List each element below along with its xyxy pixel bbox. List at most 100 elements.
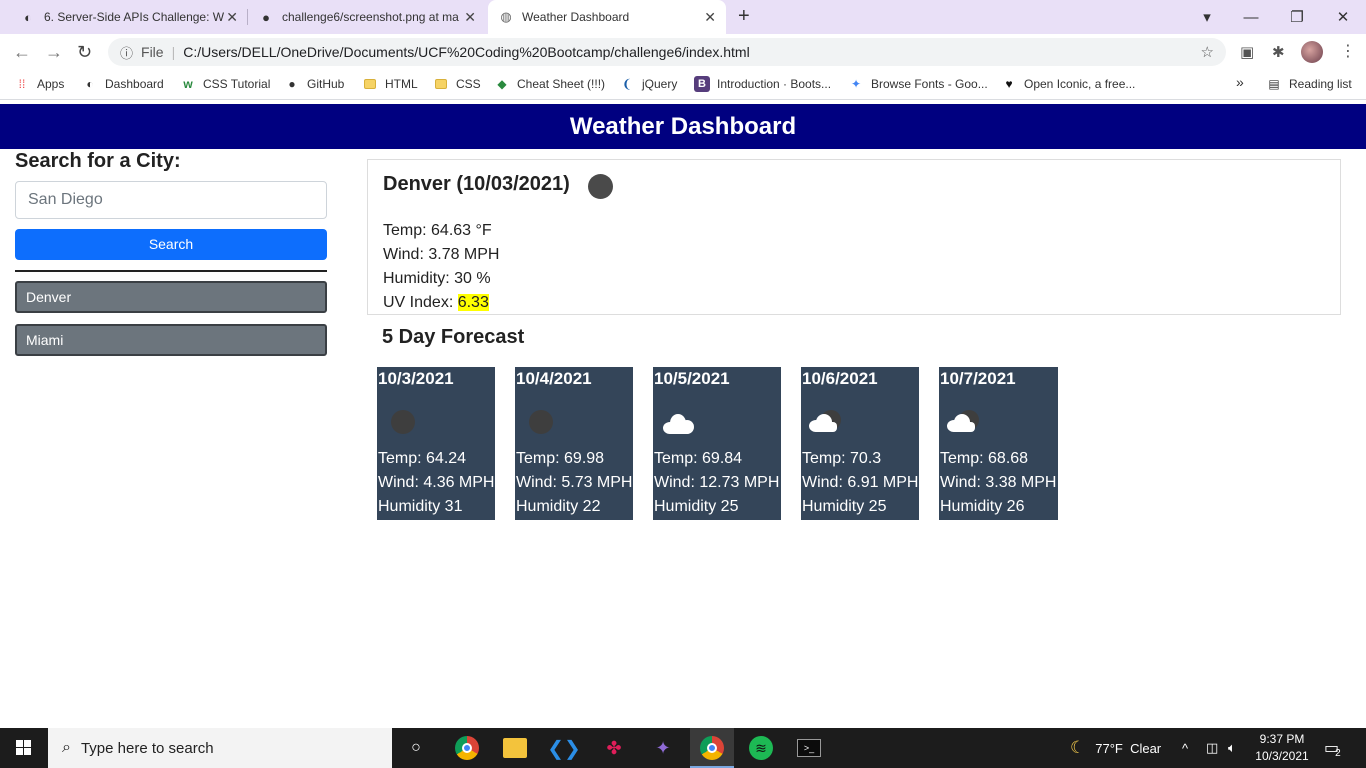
- forecast-date: 10/4/2021: [516, 369, 592, 388]
- reload-icon[interactable]: ↻: [77, 42, 92, 63]
- bookmark-star-icon[interactable]: ☆: [1201, 43, 1214, 61]
- search-button[interactable]: Search: [15, 229, 327, 260]
- new-tab-icon[interactable]: +: [738, 5, 750, 28]
- info-icon[interactable]: ⓘ: [120, 43, 133, 62]
- bookmark-label: jQuery: [642, 77, 678, 91]
- forecast-humidity: Humidity 25: [802, 498, 887, 515]
- github-icon: ●: [262, 9, 270, 25]
- volume-icon[interactable]: 🔈︎: [1228, 728, 1236, 768]
- bookmark-jquery[interactable]: ❨ jQuery: [619, 76, 677, 92]
- browser-tab[interactable]: ◐ 6. Server-Side APIs Challenge: We ✕: [10, 0, 248, 34]
- bookmark-dashboard[interactable]: ◐ Dashboard: [82, 76, 164, 92]
- forecast-title: 5 Day Forecast: [382, 326, 525, 348]
- chrome-icon[interactable]: [455, 736, 479, 760]
- taskbar-clock[interactable]: 9:37 PM 10/3/2021: [1254, 731, 1310, 765]
- forward-icon[interactable]: →: [45, 42, 63, 63]
- url-text[interactable]: C:/Users/DELL/OneDrive/Documents/UCF%20C…: [183, 44, 750, 60]
- partly-cloudy-night-icon: [809, 410, 841, 432]
- cuda-icon: ◐: [24, 9, 32, 25]
- bookmark-label: Dashboard: [105, 77, 164, 91]
- forecast-humidity: Humidity 31: [378, 498, 463, 515]
- reading-list[interactable]: ▤ Reading list: [1266, 76, 1351, 92]
- forecast-temp: Temp: 69.84: [654, 450, 743, 467]
- bookmark-label: GitHub: [307, 77, 345, 91]
- browser-tab-active[interactable]: ◍ Weather Dashboard ✕: [488, 0, 726, 34]
- tab-title: Weather Dashboard: [522, 10, 630, 24]
- forecast-date: 10/7/2021: [940, 369, 1016, 388]
- terminal-icon[interactable]: >_: [797, 739, 821, 757]
- menu-icon[interactable]: ⋮: [1340, 41, 1356, 61]
- bookmark-github[interactable]: ● GitHub: [284, 76, 344, 92]
- bookmark-cheat-sheet[interactable]: ◆ Cheat Sheet (!!!): [494, 76, 605, 92]
- history-button-denver[interactable]: Denver: [15, 281, 327, 313]
- forecast-card: 10/5/2021 Temp: 69.84 Wind: 12.73 MPH Hu…: [653, 367, 781, 520]
- forecast-date: 10/3/2021: [378, 369, 454, 388]
- gitkraken-icon[interactable]: ✦: [651, 736, 675, 760]
- current-humidity: Humidity: 30 %: [383, 270, 491, 287]
- weather-text: 77°F Clear: [1095, 740, 1162, 756]
- weather-widget[interactable]: ☾ 77°F Clear: [1070, 728, 1161, 768]
- spotify-icon[interactable]: ≋: [749, 736, 773, 760]
- bookmark-css[interactable]: CSS: [433, 76, 481, 92]
- close-tab-icon[interactable]: ✕: [464, 9, 476, 26]
- notification-count: 2: [1335, 747, 1341, 759]
- forecast-temp: Temp: 70.3: [802, 450, 882, 467]
- tab-search-icon[interactable]: ▾: [1184, 0, 1230, 34]
- search-icon: ⌕: [62, 739, 71, 756]
- bookmark-html[interactable]: HTML: [362, 76, 418, 92]
- taskbar-search-placeholder: Type here to search: [80, 739, 214, 757]
- window-close-icon[interactable]: ✕: [1320, 0, 1366, 34]
- globe-icon: ◍: [500, 9, 512, 24]
- google-fonts-icon: ✦: [850, 77, 862, 91]
- task-view-icon[interactable]: ○: [404, 736, 428, 760]
- forecast-date: 10/5/2021: [654, 369, 730, 388]
- close-tab-icon[interactable]: ✕: [704, 9, 716, 26]
- address-bar[interactable]: ⓘ File | C:/Users/DELL/OneDrive/Document…: [108, 38, 1226, 66]
- forecast-temp: Temp: 69.98: [516, 450, 605, 467]
- taskbar-search-box[interactable]: ⌕ Type here to search: [48, 728, 392, 768]
- slack-icon[interactable]: ✤: [602, 736, 626, 760]
- bookmark-label: Introduction · Boots...: [717, 77, 832, 91]
- uv-index-badge: 6.33: [457, 294, 489, 311]
- more-bookmarks-icon[interactable]: »: [1236, 74, 1244, 90]
- bookmark-apps[interactable]: ⁞⁞ Apps: [14, 76, 65, 92]
- tray-chevron-icon[interactable]: ^: [1182, 728, 1188, 768]
- windows-start-icon[interactable]: [16, 740, 32, 756]
- browser-toolbar: ← → ↻ ⓘ File | C:/Users/DELL/OneDrive/Do…: [0, 34, 1366, 70]
- uv-label: UV Index:: [383, 294, 458, 311]
- close-tab-icon[interactable]: ✕: [226, 9, 238, 26]
- minimize-icon[interactable]: —: [1228, 0, 1274, 34]
- notifications-icon[interactable]: ▭ 2: [1324, 728, 1341, 768]
- clock-time: 9:37 PM: [1259, 732, 1305, 746]
- vscode-icon[interactable]: ❮❯: [547, 736, 581, 760]
- bookmark-bootstrap[interactable]: B Introduction · Boots...: [694, 76, 831, 92]
- bookmark-label: Open Iconic, a free...: [1024, 77, 1136, 91]
- forecast-temp: Temp: 64.24: [378, 450, 467, 467]
- forecast-wind: Wind: 4.36 MPH: [378, 474, 495, 491]
- extensions-icon[interactable]: ✱: [1272, 43, 1285, 61]
- bookmark-open-iconic[interactable]: ♥ Open Iconic, a free...: [1001, 76, 1135, 92]
- browser-tab[interactable]: ● challenge6/screenshot.png at ma ✕: [248, 0, 486, 34]
- heart-icon: ♥: [1005, 77, 1013, 91]
- forecast-wind: Wind: 5.73 MPH: [516, 474, 633, 491]
- bookmark-css-tutorial[interactable]: w CSS Tutorial: [180, 76, 270, 92]
- profile-avatar[interactable]: [1301, 41, 1323, 63]
- forecast-card: 10/3/2021 Temp: 64.24 Wind: 4.36 MPH Hum…: [377, 367, 495, 520]
- folder-icon: [362, 76, 378, 92]
- tab-title: challenge6/screenshot.png at ma: [282, 10, 459, 24]
- current-uv: UV Index: 6.33: [383, 294, 489, 312]
- bookmark-google-fonts[interactable]: ✦ Browse Fonts - Goo...: [848, 76, 988, 92]
- cloud-icon: [663, 414, 695, 434]
- meet-icon[interactable]: ◫: [1206, 728, 1218, 768]
- back-icon[interactable]: ←: [13, 42, 31, 63]
- chrome-active-icon[interactable]: [700, 736, 724, 760]
- restore-icon[interactable]: ❐: [1274, 0, 1320, 34]
- cheatsheet-icon: ◆: [497, 77, 507, 91]
- file-explorer-icon[interactable]: [503, 738, 527, 758]
- camera-icon[interactable]: ▣: [1240, 43, 1254, 61]
- forecast-humidity: Humidity 25: [654, 498, 739, 515]
- history-button-miami[interactable]: Miami: [15, 324, 327, 356]
- bootstrap-icon: B: [694, 76, 710, 92]
- apps-grid-icon: ⁞⁞: [18, 77, 26, 91]
- city-search-input[interactable]: [15, 181, 327, 219]
